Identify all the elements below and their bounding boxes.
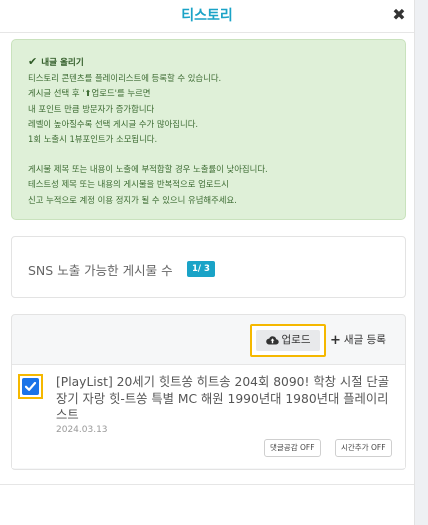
sns-count-badge: 1/ 3 xyxy=(187,261,215,277)
sns-exposure-box: SNS 노출 가능한 게시물 수 1/ 3 xyxy=(11,236,406,298)
notice-line: 레벨이 높아질수록 선택 게시글 수가 많아집니다. xyxy=(28,118,199,129)
notice-line: 1회 노출시 1뷰포인트가 소모됩니다. xyxy=(28,134,158,145)
post-date: 2024.03.13 xyxy=(56,425,108,435)
checkbox-checked[interactable] xyxy=(22,378,39,395)
notice-warning-line: 테스트성 제목 또는 내용의 게시물을 반복적으로 업로드시 xyxy=(28,179,229,190)
plus-icon: + xyxy=(330,333,341,348)
upload-button-inner[interactable]: 업로드 xyxy=(256,330,320,351)
notice-warning-line: 게시물 제목 또는 내용이 노출에 부적합할 경우 노출률이 낮아집니다. xyxy=(28,164,268,175)
notice-title-text: 내글 올리기 xyxy=(41,58,84,68)
post-title[interactable]: [PlayList] 20세기 힛트쏭 히트송 204회 8090! 학창 시절… xyxy=(56,374,396,424)
upload-label: 업로드 xyxy=(281,334,311,346)
notice-line: 내 포인트 만큼 방문자가 증가합니다 xyxy=(28,103,155,114)
checkmark-icon xyxy=(24,381,37,391)
comment-like-toggle[interactable]: 댓글공감 OFF xyxy=(264,439,321,457)
post-checkbox[interactable] xyxy=(18,374,43,399)
notice-line: 티스토리 콘텐츠를 플레이리스트에 등록할 수 있습니다. xyxy=(28,73,222,84)
upload-button[interactable]: 업로드 xyxy=(250,324,326,357)
sns-exposure-label: SNS 노출 가능한 게시물 수 xyxy=(28,263,173,278)
cloud-upload-icon xyxy=(265,336,279,345)
tistory-panel: 티스토리 ✖ ✔ 내글 올리기 티스토리 콘텐츠를 플레이리스트에 등록할 수 있… xyxy=(0,0,415,525)
panel-header: 티스토리 ✖ xyxy=(0,0,414,33)
post-list-card: 업로드 + 새글 등록 [PlayList] 20세기 힛트쏭 히트송 204회 … xyxy=(11,314,406,470)
upload-notice: ✔ 내글 올리기 티스토리 콘텐츠를 플레이리스트에 등록할 수 있습니다. 게시… xyxy=(11,39,406,220)
notice-title: ✔ 내글 올리기 xyxy=(28,54,391,71)
time-add-toggle[interactable]: 시간추가 OFF xyxy=(335,439,392,457)
new-post-button[interactable]: + 새글 등록 xyxy=(330,332,386,348)
close-button[interactable]: ✖ xyxy=(390,6,408,24)
new-post-label: 새글 등록 xyxy=(343,334,386,346)
notice-warning-line: 신고 누적으로 계정 이용 정지가 될 수 있으니 유념해주세요. xyxy=(28,194,237,205)
check-icon: ✔ xyxy=(28,55,38,68)
panel-title: 티스토리 xyxy=(181,8,233,24)
footer-divider xyxy=(0,484,414,485)
post-item: [PlayList] 20세기 힛트쏭 히트송 204회 8090! 학창 시절… xyxy=(12,364,405,468)
notice-line: 게시글 선택 후 '⬆업로드'를 누르면 xyxy=(28,88,151,99)
